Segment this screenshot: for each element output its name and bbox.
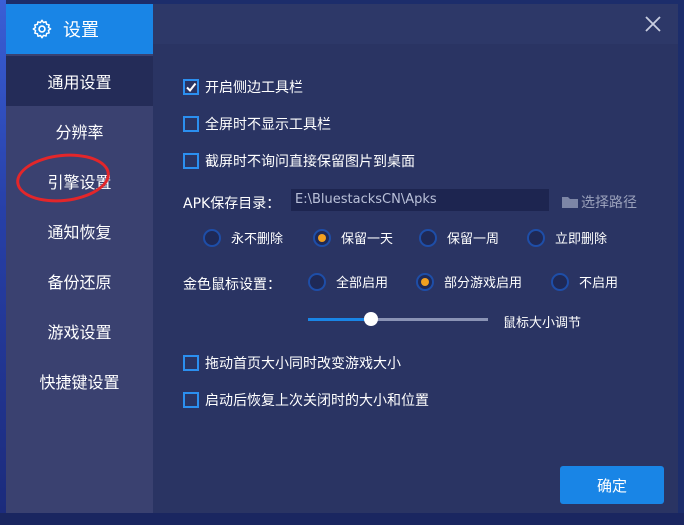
apk-dir-label: APK保存目录： — [183, 196, 281, 212]
sidebar-item-label: 备份还原 — [47, 273, 112, 292]
apk-option-one-day[interactable]: 保留一天 — [313, 228, 393, 247]
sidebar-item-notification[interactable]: 通知恢复 — [6, 206, 153, 256]
browse-path-button[interactable]: 选择路径 — [561, 192, 637, 212]
mouse-size-slider-thumb[interactable] — [364, 312, 378, 326]
sidebar-item-label: 通知恢复 — [47, 223, 112, 242]
checkbox[interactable] — [183, 392, 199, 408]
mouse-size-slider-fill — [308, 318, 371, 321]
checkbox-label: 启动后恢复上次关闭时的大小和位置 — [205, 393, 429, 409]
sidebar-item-shortcuts[interactable]: 快捷键设置 — [6, 356, 153, 406]
radio-label: 全部启用 — [336, 276, 389, 291]
checkbox-label: 拖动首页大小同时改变游戏大小 — [205, 356, 401, 372]
sidebar-item-engine[interactable]: 引擎设置 — [6, 156, 153, 206]
gold-mouse-label: 金色鼠标设置： — [183, 277, 281, 293]
general-settings-panel: 开启侧边工具栏 全屏时不显示工具栏 截屏时不询问直接保留图片到桌面 APK保存目… — [153, 44, 678, 513]
close-icon[interactable] — [642, 13, 664, 35]
radio-button[interactable] — [419, 228, 437, 247]
radio-button-selected[interactable] — [313, 228, 331, 247]
sidebar-item-label: 快捷键设置 — [39, 373, 120, 392]
mouse-option-some-games[interactable]: 部分游戏启用 — [416, 272, 522, 291]
toggle-resize-game[interactable]: 拖动首页大小同时改变游戏大小 — [183, 353, 401, 373]
check-icon — [186, 82, 197, 93]
toggle-hide-toolbar-fullscreen[interactable]: 全屏时不显示工具栏 — [183, 114, 331, 134]
radio-button[interactable] — [527, 228, 545, 247]
folder-icon — [562, 197, 578, 208]
browse-path-label: 选择路径 — [581, 195, 637, 211]
radio-label: 永不删除 — [231, 232, 284, 247]
apk-option-delete-now[interactable]: 立即删除 — [527, 228, 607, 247]
dialog-title-bar: 设置 — [6, 4, 153, 54]
radio-button[interactable] — [308, 272, 326, 291]
desktop-taskbar-edge — [0, 513, 684, 525]
dialog-topbar — [153, 4, 678, 44]
radio-label: 保留一天 — [341, 232, 394, 247]
toggle-restore-size[interactable]: 启动后恢复上次关闭时的大小和位置 — [183, 390, 429, 410]
radio-label: 不启用 — [579, 276, 619, 291]
toggle-screenshot-save[interactable]: 截屏时不询问直接保留图片到桌面 — [183, 151, 415, 171]
mouse-option-disabled[interactable]: 不启用 — [551, 272, 618, 291]
checkbox[interactable] — [183, 116, 199, 132]
sidebar-item-label: 引擎设置 — [47, 173, 112, 192]
settings-dialog: 设置 通用设置 分辨率 引擎设置 通知恢复 备份还原 游戏设置 快捷键设置 开启… — [6, 4, 678, 513]
mouse-size-label: 鼠标大小调节 — [503, 316, 582, 331]
sidebar-item-label: 通用设置 — [47, 73, 112, 92]
checkbox-label: 全屏时不显示工具栏 — [205, 117, 331, 133]
checkbox[interactable] — [183, 355, 199, 371]
checkbox[interactable] — [183, 153, 199, 169]
confirm-button[interactable]: 确定 — [560, 466, 664, 504]
radio-label: 立即删除 — [555, 232, 608, 247]
radio-label: 部分游戏启用 — [444, 276, 523, 291]
radio-label: 保留一周 — [447, 232, 500, 247]
sidebar-item-game[interactable]: 游戏设置 — [6, 306, 153, 356]
mouse-option-all[interactable]: 全部启用 — [308, 272, 388, 291]
radio-button[interactable] — [203, 228, 221, 247]
settings-sidebar: 设置 通用设置 分辨率 引擎设置 通知恢复 备份还原 游戏设置 快捷键设置 — [6, 4, 153, 513]
gear-icon — [32, 19, 52, 39]
toggle-sidebar-toolbar[interactable]: 开启侧边工具栏 — [183, 77, 303, 97]
sidebar-item-label: 分辨率 — [55, 123, 104, 142]
sidebar-item-label: 游戏设置 — [47, 323, 112, 342]
dialog-title: 设置 — [63, 20, 99, 41]
radio-button[interactable] — [551, 272, 569, 291]
sidebar-item-backup[interactable]: 备份还原 — [6, 256, 153, 306]
sidebar-item-general[interactable]: 通用设置 — [6, 56, 153, 106]
apk-option-one-week[interactable]: 保留一周 — [419, 228, 499, 247]
checkbox-label: 截屏时不询问直接保留图片到桌面 — [205, 154, 415, 170]
checkbox-checked[interactable] — [183, 79, 199, 95]
sidebar-item-resolution[interactable]: 分辨率 — [6, 106, 153, 156]
checkbox-label: 开启侧边工具栏 — [205, 80, 303, 96]
apk-option-never[interactable]: 永不删除 — [203, 228, 283, 247]
apk-path-field[interactable]: E:\BluestacksCN\Apks — [291, 189, 549, 211]
radio-button-selected[interactable] — [416, 272, 434, 291]
